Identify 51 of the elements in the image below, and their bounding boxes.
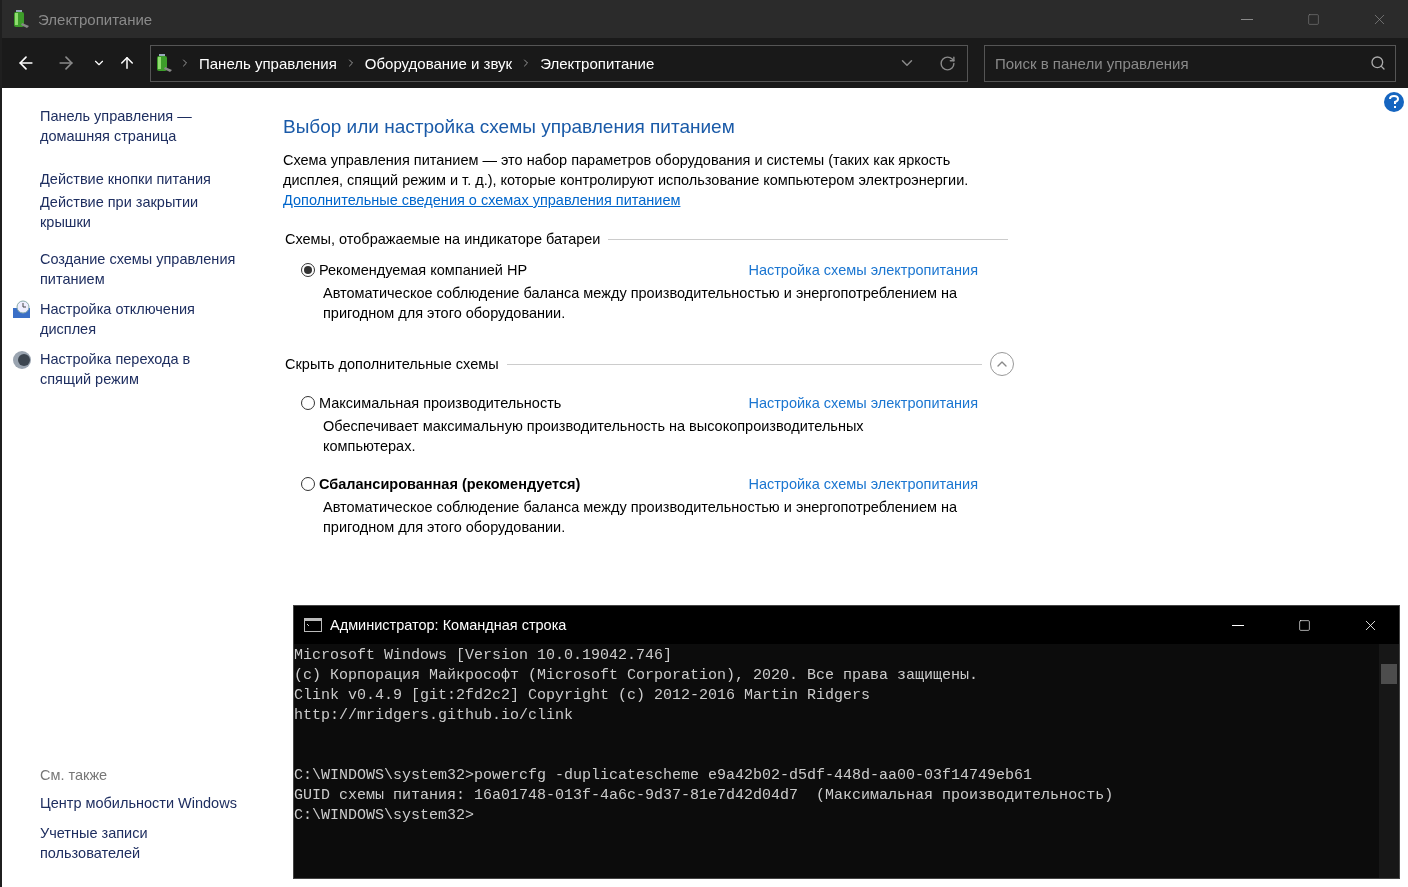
- scheme-radio[interactable]: Максимальная производительность: [301, 395, 562, 411]
- see-also-heading: См. также: [40, 767, 109, 783]
- scheme-settings-link[interactable]: Настройка схемы электропитания: [748, 262, 978, 278]
- more-info-link[interactable]: Дополнительные сведения о схемах управления питанием: [283, 190, 681, 210]
- console-line: Microsoft Windows [Version 10.0.19042.746]: [294, 646, 674, 666]
- console-line: (c) Корпорация Майкрософт (Microsoft Corporation), 2020. Все права защищены.: [294, 666, 980, 686]
- breadcrumb[interactable]: Оборудование и звук: [362, 54, 515, 72]
- console-line: http://mridgers.github.io/clink: [294, 706, 575, 726]
- moon-icon: [12, 350, 32, 370]
- sidebar-link[interactable]: Учетные записи пользователей: [12, 823, 264, 863]
- minimize-icon: [1241, 18, 1253, 20]
- maximize-icon: [1306, 12, 1320, 26]
- console-line: C:\WINDOWS\system32>: [294, 806, 476, 826]
- sidebar-link[interactable]: Панель управления — домашняя страница: [12, 106, 264, 146]
- console-line: GUID схемы питания: 16a01748-013f-4a6c-9d37-81e7d42d04d7 (Максимальная производительность): [294, 786, 1115, 806]
- search-field[interactable]: Поиск в панели управления: [984, 44, 1396, 82]
- refresh-icon: [938, 54, 956, 72]
- battery-icon: [12, 9, 30, 29]
- scheme-settings-link[interactable]: Настройка схемы электропитания: [748, 395, 978, 411]
- collapse-button[interactable]: [990, 352, 1014, 376]
- help-icon[interactable]: [1384, 92, 1404, 112]
- breadcrumb[interactable]: Электропитание: [538, 54, 657, 72]
- scheme-description: Автоматическое соблюдение баланса между производительностью и энергопотреблением на пригодном для этого оборудовании.: [323, 498, 959, 537]
- scheme-radio[interactable]: Сбалансированная (рекомендуется): [301, 476, 581, 492]
- sidebar-link[interactable]: Действие при закрытии крышки: [12, 192, 264, 232]
- sidebar-link[interactable]: Настройка перехода в спящий режим: [12, 349, 264, 389]
- console-title: Администратор: Командная строка: [330, 617, 568, 633]
- console-line: Clink v0.4.9 [git:2fd2c2] Copyright (c) 2012-2016 Martin Ridgers: [294, 686, 872, 706]
- battery-icon: [155, 53, 173, 73]
- scheme-description: Обеспечивает максимальную производительность на высокопроизводительных компьютерах.: [323, 417, 865, 456]
- console-line: C:\WINDOWS\system32>powercfg -duplicatescheme e9a42b02-d5df-448d-aa00-03f14749eb61: [294, 766, 1034, 786]
- minimize-icon: [1232, 624, 1244, 626]
- group-title[interactable]: Скрыть дополнительные схемы: [283, 356, 499, 372]
- page-heading: Выбор или настройка схемы управления питанием: [283, 116, 736, 138]
- monitor-clock-icon: [12, 300, 32, 320]
- maximize-icon: [1297, 618, 1311, 632]
- console-icon: [304, 618, 322, 632]
- scrollbar[interactable]: [1379, 644, 1399, 878]
- description: Схема управления питанием — это набор параметров оборудования и системы (таких как яркость дисплея, спящий режим и т. д.), которые контролируют использование компьютером электроэнергии.: [283, 151, 970, 190]
- scheme-settings-link[interactable]: Настройка схемы электропитания: [748, 476, 978, 492]
- sidebar-link[interactable]: Центр мобильности Windows: [12, 793, 264, 813]
- sidebar-link[interactable]: Настройка отключения дисплея: [12, 299, 264, 339]
- sidebar-link[interactable]: Действие кнопки питания: [12, 169, 264, 189]
- breadcrumb[interactable]: Панель управления: [197, 54, 339, 72]
- window-title: Электропитание: [38, 10, 154, 28]
- scheme-radio[interactable]: Рекомендуемая компанией HP: [301, 262, 528, 278]
- group-title: Схемы, отображаемые на индикаторе батареи: [284, 231, 601, 247]
- address-bar[interactable]: Панель управления Оборудование и звук Электропитание: [150, 44, 968, 82]
- search-icon: [1370, 54, 1386, 71]
- scheme-description: Автоматическое соблюдение баланса между производительностью и энергопотреблением на пригодном для этого оборудовании.: [323, 284, 959, 323]
- sidebar-link[interactable]: Создание схемы управления питанием: [12, 249, 264, 289]
